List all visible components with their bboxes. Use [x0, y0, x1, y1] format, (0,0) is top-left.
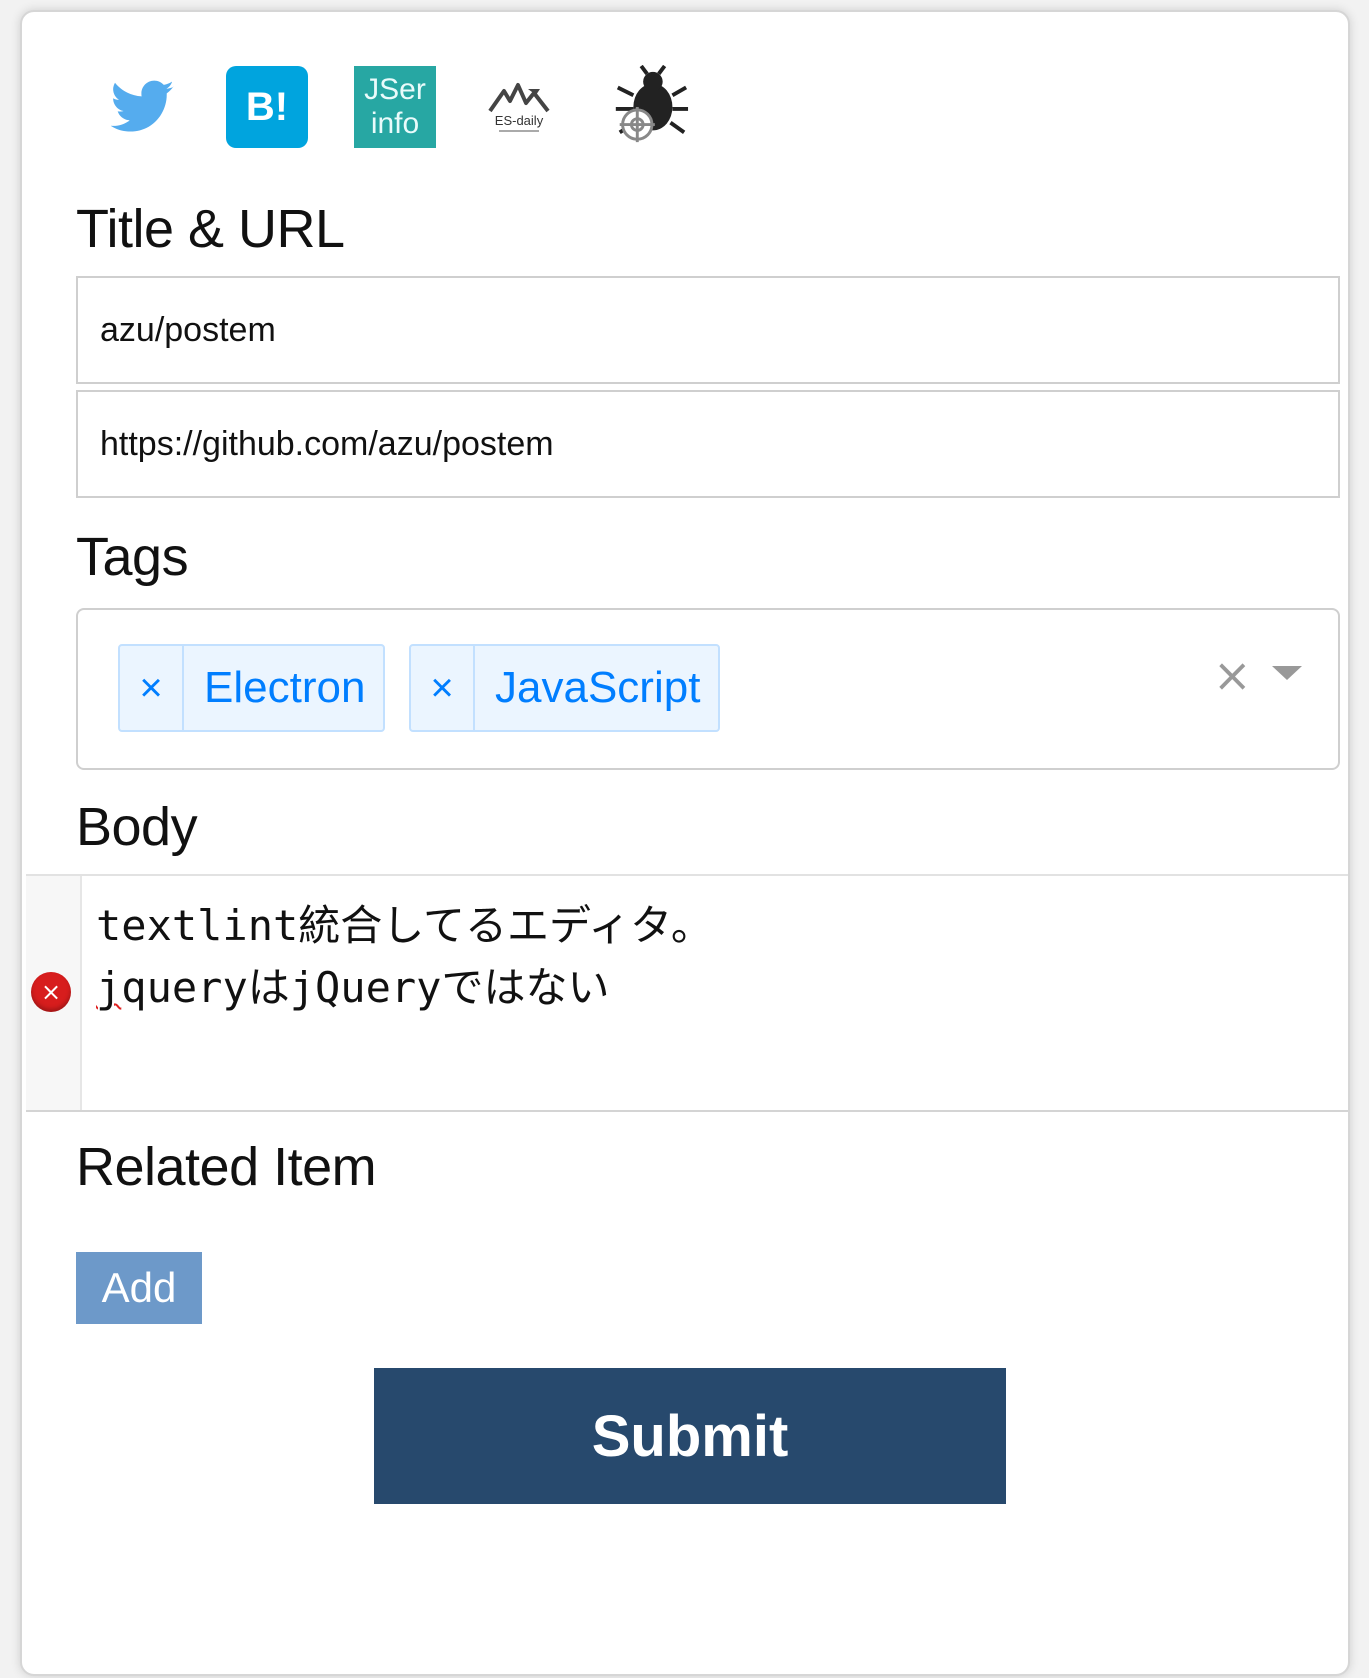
- tag-label: JavaScript: [495, 663, 701, 712]
- tag-javascript: × JavaScript: [409, 644, 721, 732]
- bug-icon: [615, 65, 689, 143]
- es-daily-label: ES-daily: [494, 112, 544, 128]
- tag-label: Electron: [204, 663, 366, 712]
- es-daily-logo-icon: [488, 82, 550, 112]
- tags-select[interactable]: × Electron × JavaScript ×: [76, 608, 1340, 770]
- title-input[interactable]: [76, 276, 1340, 384]
- hatena-bookmark-service-button[interactable]: B!: [226, 66, 308, 148]
- postem-window: B! JSer info ES-daily Title & URL azu/po…: [20, 10, 1350, 1676]
- body-heading: Body: [76, 797, 198, 857]
- submit-button[interactable]: Submit: [374, 1368, 1006, 1504]
- tag-remove-icon[interactable]: ×: [120, 646, 184, 730]
- twitter-bird-icon: [111, 80, 174, 132]
- tag-electron: × Electron: [118, 644, 386, 732]
- editor-line-2-text: queryはjQueryではない: [121, 963, 610, 1012]
- es-daily-underline: [499, 129, 539, 132]
- jser-label-line2: info: [370, 107, 420, 140]
- es-daily-service-button[interactable]: ES-daily: [478, 66, 560, 148]
- related-item-heading: Related Item: [76, 1137, 377, 1197]
- editor-line-1: textlint統合してるエディタ。: [96, 901, 713, 950]
- title-url-heading: Title & URL: [76, 199, 345, 259]
- hatena-bookmark-label: B!: [245, 84, 289, 129]
- url-input[interactable]: [76, 390, 1340, 498]
- clear-tags-icon[interactable]: ×: [1213, 648, 1252, 702]
- tag-remove-icon[interactable]: ×: [411, 646, 475, 730]
- body-editor[interactable]: × textlint統合してるエディタ。 jqueryはjQueryではない: [26, 874, 1348, 1112]
- debug-service-button[interactable]: [608, 65, 690, 148]
- lint-error-icon[interactable]: ×: [31, 972, 71, 1012]
- twitter-service-button[interactable]: [102, 66, 184, 148]
- tags-heading: Tags: [76, 527, 189, 587]
- editor-gutter: ×: [26, 876, 82, 1110]
- jser-label-line1: JSer: [364, 73, 426, 106]
- lint-error-highlight: j: [96, 963, 122, 1012]
- dropdown-arrow-icon[interactable]: [1272, 666, 1302, 680]
- add-related-item-button[interactable]: Add: [76, 1252, 202, 1324]
- editor-line-2: jqueryはjQueryではない: [96, 954, 609, 1015]
- jser-info-service-button[interactable]: JSer info: [354, 66, 436, 148]
